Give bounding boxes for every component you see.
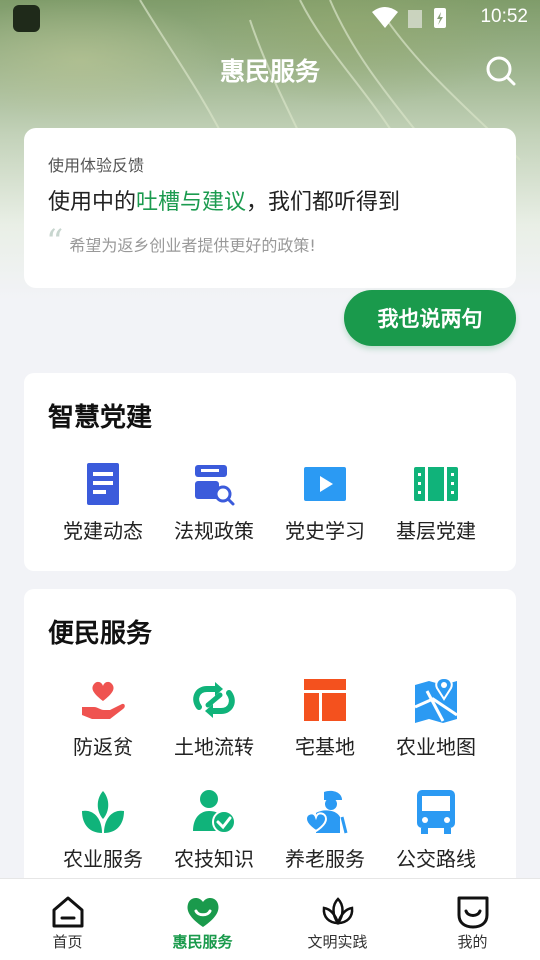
grid-item-label: 农技知识 (174, 847, 254, 871)
grid-item-elderly-care[interactable]: 养老服务 (265, 789, 385, 889)
grid-item-agri-map[interactable]: 农业地图 (376, 677, 496, 777)
heart-smile-icon (187, 898, 219, 927)
feedback-headline: 使用中的吐槽与建议，我们都听得到 (48, 184, 400, 216)
lotus-icon (322, 897, 354, 926)
tab-mine[interactable]: 我的 (405, 879, 540, 960)
tab-services[interactable]: 惠民服务 (135, 879, 270, 960)
grid-item-label: 防返贫 (73, 735, 133, 759)
elderly-care-icon (304, 790, 348, 834)
tab-label: 首页 (52, 933, 83, 951)
bottom-tab-bar: 首页 惠民服务 文明实践 我的 (0, 878, 540, 960)
status-icons (372, 7, 446, 28)
smart-party-section: 智慧党建 党建动态 法规政策 党史学习 基层党建 (24, 373, 516, 571)
signal-icon (408, 10, 422, 28)
video-play-icon (304, 467, 346, 501)
tab-home[interactable]: 首页 (0, 879, 135, 960)
document-icon (87, 463, 119, 505)
feedback-quote: “ 希望为返乡创业者提供更好的政策! (46, 222, 316, 262)
tab-label: 我的 (457, 933, 488, 951)
grid-item-agri-knowledge[interactable]: 农技知识 (154, 789, 274, 889)
services-section: 便民服务 防返贫 土地流转 宅基地 农业地图 农业服务 农技知识 养老服务 公交… (24, 589, 516, 889)
grid-item-label: 农业服务 (63, 847, 143, 871)
grid-item-anti-poverty[interactable]: 防返贫 (43, 677, 163, 777)
grid-item-law-policy[interactable]: 法规政策 (154, 461, 274, 561)
bus-icon (417, 790, 455, 834)
layout-icon (304, 679, 346, 721)
law-search-icon (195, 465, 235, 506)
feedback-card: 使用体验反馈 使用中的吐槽与建议，我们都听得到 “ 希望为返乡创业者提供更好的政… (24, 128, 516, 288)
sprout-icon (82, 791, 124, 833)
grid-item-label: 农业地图 (396, 735, 476, 759)
grid-item-label: 法规政策 (174, 519, 254, 543)
status-bar: 10:52 (0, 0, 540, 36)
search-icon (486, 56, 516, 86)
grid-item-party-news[interactable]: 党建动态 (43, 461, 163, 561)
grid-item-label: 宅基地 (295, 735, 355, 759)
grid-item-label: 公交路线 (396, 847, 476, 871)
wifi-icon (372, 7, 398, 28)
section-title: 便民服务 (48, 619, 153, 649)
search-button[interactable] (484, 54, 518, 88)
tab-label: 惠民服务 (172, 933, 233, 951)
grid-item-bus-route[interactable]: 公交路线 (376, 789, 496, 889)
grid-item-party-history[interactable]: 党史学习 (265, 461, 385, 561)
heart-hand-icon (82, 681, 125, 719)
feedback-headline-prefix: 使用中的 (48, 190, 137, 215)
grid-item-agri-service[interactable]: 农业服务 (43, 789, 163, 889)
notification-app-icon (13, 5, 40, 32)
feedback-headline-highlight: 吐槽与建议 (136, 190, 247, 215)
tab-civilization[interactable]: 文明实践 (270, 879, 405, 960)
map-pin-icon (414, 677, 458, 723)
quote-mark-icon: “ (46, 222, 64, 262)
tab-label: 文明实践 (307, 933, 368, 951)
person-check-icon (193, 790, 236, 834)
grid-item-label: 党史学习 (285, 519, 365, 543)
grid-item-label: 党建动态 (63, 519, 143, 543)
grid-item-label: 基层党建 (396, 519, 476, 543)
grid-item-grassroots[interactable]: 基层党建 (376, 461, 496, 561)
film-strip-icon (414, 467, 458, 501)
page-title: 惠民服务 (219, 57, 320, 86)
grid-item-label: 养老服务 (285, 847, 365, 871)
smile-face-icon (457, 896, 489, 929)
feedback-headline-suffix: ，我们都听得到 (246, 190, 401, 215)
home-icon (52, 896, 84, 928)
feedback-submit-button[interactable]: 我也说两句 (344, 290, 516, 346)
status-time: 10:52 (480, 6, 528, 27)
feedback-subtitle: 使用体验反馈 (48, 156, 145, 175)
grid-item-label: 土地流转 (174, 735, 254, 759)
transfer-icon (193, 682, 235, 718)
grid-item-homestead[interactable]: 宅基地 (265, 677, 385, 777)
section-title: 智慧党建 (48, 403, 153, 433)
grid-item-land-transfer[interactable]: 土地流转 (154, 677, 274, 777)
feedback-quote-text: 希望为返乡创业者提供更好的政策! (69, 236, 316, 255)
